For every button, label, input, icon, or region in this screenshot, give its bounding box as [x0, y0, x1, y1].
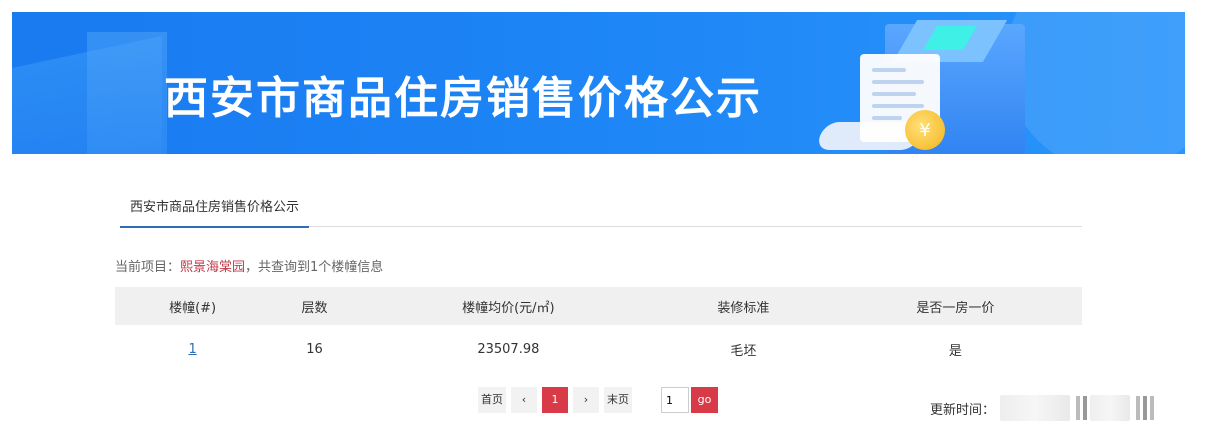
info-suffix: ，共查询到1个楼幢信息: [245, 260, 384, 275]
blurred-value: [1150, 396, 1154, 420]
table-row: 1 16 23507.98 毛坯 是: [115, 325, 1082, 373]
blurred-value: [1136, 396, 1140, 420]
coin-icon: ¥: [905, 110, 945, 150]
blurred-value: [1000, 395, 1070, 421]
tab-bar: 西安市商品住房销售价格公示: [120, 190, 1082, 228]
project-name: 熙景海棠园: [180, 260, 246, 275]
col-floors: 层数: [270, 287, 359, 325]
page-jump-input[interactable]: [661, 387, 689, 413]
query-info: 当前项目：熙景海棠园，共查询到1个楼幢信息: [115, 256, 383, 275]
page-1-button[interactable]: 1: [542, 387, 568, 413]
pagination: 首页 ‹ 1 › 末页 go: [478, 387, 718, 413]
prev-page-button[interactable]: ‹: [511, 387, 537, 413]
cell-avg-price: 23507.98: [477, 341, 540, 357]
banner-decoration: [1005, 12, 1185, 154]
blurred-value: [1083, 396, 1087, 420]
updated-time-label: 更新时间：: [930, 403, 996, 418]
building-link[interactable]: 1: [188, 342, 196, 357]
next-page-button[interactable]: ›: [573, 387, 599, 413]
info-prefix: 当前项目：: [115, 260, 181, 275]
banner-title: 西安市商品住房销售价格公示: [164, 73, 762, 124]
cell-building: 1: [115, 325, 270, 373]
building-table: 楼幢(#) 层数 楼幢均价(元/㎡) 装修标准 是否一房一价 1 16 2350…: [115, 287, 1082, 373]
updated-time-value: [1000, 393, 1200, 423]
cell-one-price: 是: [948, 343, 962, 359]
banner-decoration: [87, 32, 167, 154]
col-one-price: 是否一房一价: [828, 287, 1082, 325]
last-page-button[interactable]: 末页: [604, 387, 632, 413]
col-avg-price: 楼幢均价(元/㎡): [358, 287, 658, 325]
col-decoration: 装修标准: [657, 287, 829, 325]
cell-floors: 16: [306, 341, 323, 357]
blurred-value: [1090, 395, 1130, 421]
table-header-row: 楼幢(#) 层数 楼幢均价(元/㎡) 装修标准 是否一房一价: [115, 287, 1082, 325]
first-page-button[interactable]: 首页: [478, 387, 506, 413]
go-button[interactable]: go: [691, 387, 718, 413]
blurred-value: [1076, 396, 1080, 420]
blurred-value: [1143, 396, 1147, 420]
cell-decoration: 毛坯: [730, 343, 757, 359]
header-banner: ¥ 西安市商品住房销售价格公示: [12, 12, 1185, 154]
col-building: 楼幢(#): [115, 287, 271, 325]
tab-price-disclosure[interactable]: 西安市商品住房销售价格公示: [120, 190, 310, 228]
